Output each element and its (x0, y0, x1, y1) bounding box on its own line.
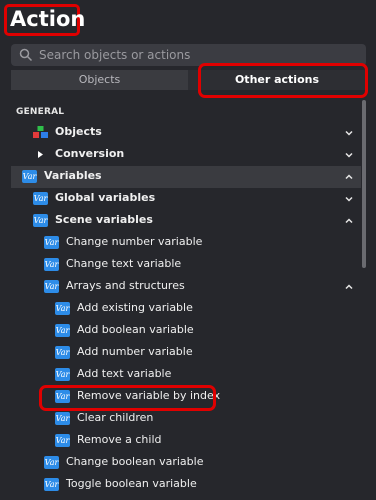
variable-icon: Var (44, 258, 59, 271)
tree-item-label: Global variables (55, 191, 156, 204)
triangle-right-icon (38, 151, 43, 158)
chevron-up-icon[interactable] (343, 215, 355, 227)
page-title: Action (10, 7, 86, 31)
tree-item-add-existing-variable[interactable]: Var Add existing variable (11, 298, 361, 320)
tree-item-add-boolean-variable[interactable]: Var Add boolean variable (11, 320, 361, 342)
tree-item-scene-variables[interactable]: Var Scene variables (11, 210, 361, 232)
tree-item-global-variables[interactable]: Var Global variables (11, 188, 361, 210)
tab-highlight-box (198, 63, 368, 98)
chevron-up-icon[interactable] (343, 171, 355, 183)
tree-item-objects[interactable]: Objects (11, 122, 361, 144)
tree-item-label: Change text variable (66, 257, 182, 270)
tree-item-label: Change boolean variable (66, 455, 204, 468)
variable-icon: Var (33, 214, 48, 227)
variable-icon: Var (44, 478, 59, 491)
scrollbar[interactable] (362, 100, 366, 268)
remove-variable-highlight-box (39, 385, 216, 411)
tree-item-conversion[interactable]: Conversion (11, 144, 361, 166)
tree-item-label: Remove a child (77, 433, 162, 446)
tree-item-label: Add text variable (77, 367, 172, 380)
chevron-down-icon[interactable] (343, 149, 355, 161)
tree-item-arrays-and-structures[interactable]: Var Arrays and structures (11, 276, 361, 298)
chevron-down-icon[interactable] (343, 193, 355, 205)
variable-icon: Var (44, 456, 59, 469)
tree-item-label: Add boolean variable (77, 323, 194, 336)
tree-item-label: Conversion (55, 147, 125, 160)
variable-icon: Var (55, 302, 70, 315)
variable-icon: Var (44, 280, 59, 293)
tree-item-label: Add existing variable (77, 301, 193, 314)
tree-item-toggle-boolean-variable[interactable]: Var Toggle boolean variable (11, 474, 361, 496)
tree-item-label: Variables (44, 169, 102, 182)
tree-item-change-number-variable[interactable]: Var Change number variable (11, 232, 361, 254)
chevron-down-icon[interactable] (343, 127, 355, 139)
tree-item-change-text-variable[interactable]: Var Change text variable (11, 254, 361, 276)
tree-item-label: Add number variable (77, 345, 193, 358)
tree-item-remove-a-child[interactable]: Var Remove a child (11, 430, 361, 452)
tree-item-label: Objects (55, 125, 102, 138)
tree-item-label: Toggle boolean variable (66, 477, 197, 490)
tree-item-label: Scene variables (55, 213, 153, 226)
variable-icon: Var (22, 170, 37, 183)
variable-icon: Var (33, 192, 48, 205)
tree-item-label: Change number variable (66, 235, 203, 248)
variable-icon: Var (55, 324, 70, 337)
variable-icon: Var (55, 412, 70, 425)
tree-item-add-text-variable[interactable]: Var Add text variable (11, 364, 361, 386)
variable-icon: Var (55, 368, 70, 381)
tab-objects[interactable]: Objects (11, 70, 188, 90)
search-icon (19, 48, 33, 62)
tree-item-clear-children[interactable]: Var Clear children (11, 408, 361, 430)
tree-item-change-boolean-variable[interactable]: Var Change boolean variable (11, 452, 361, 474)
tree-item-label: Arrays and structures (66, 279, 185, 292)
section-header-general: GENERAL (16, 107, 65, 117)
chevron-up-icon[interactable] (343, 281, 355, 293)
variable-icon: Var (55, 434, 70, 447)
tree-item-add-number-variable[interactable]: Var Add number variable (11, 342, 361, 364)
objects-icon (33, 126, 48, 138)
tree-item-variables[interactable]: Var Variables (11, 166, 361, 188)
variable-icon: Var (55, 346, 70, 359)
variable-icon: Var (44, 236, 59, 249)
tree-item-label: Clear children (77, 411, 154, 424)
